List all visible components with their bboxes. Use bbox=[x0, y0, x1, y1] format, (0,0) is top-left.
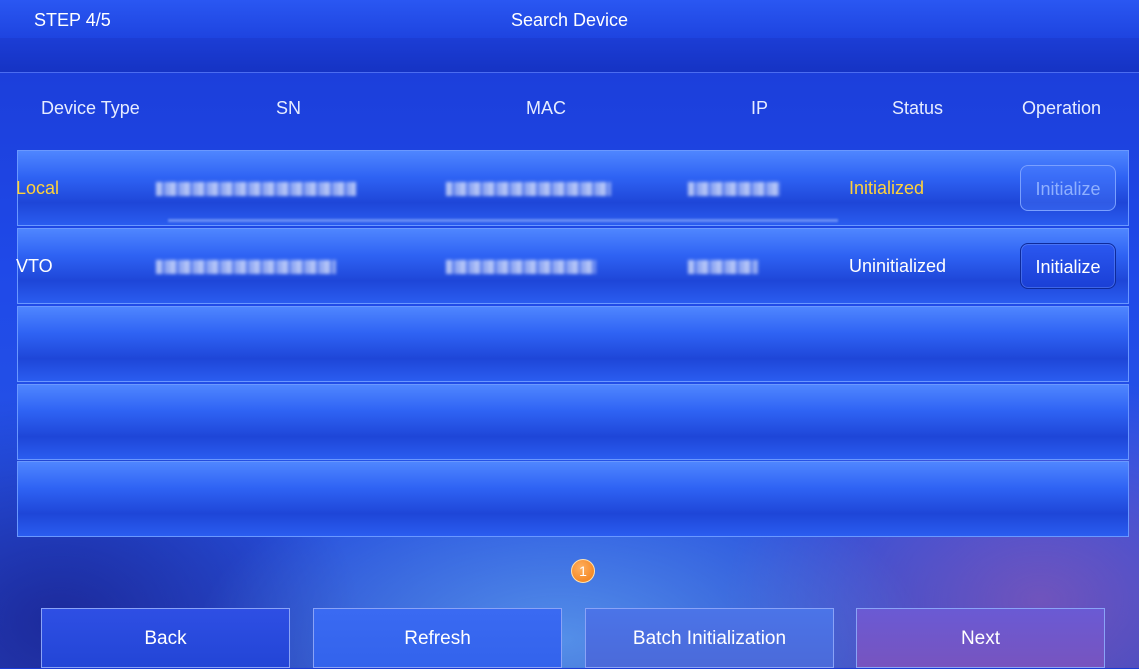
status-cell: Uninitialized bbox=[849, 256, 947, 276]
sn-cell-redacted bbox=[156, 182, 356, 196]
device-type-cell: Local bbox=[16, 178, 60, 198]
device-type-cell: VTO bbox=[16, 256, 53, 276]
table-row-empty bbox=[17, 461, 1129, 537]
sn-cell-redacted bbox=[156, 260, 336, 274]
table-row[interactable]: Local Initialized Initialize bbox=[16, 150, 1129, 226]
status-cell: Initialized bbox=[849, 178, 925, 198]
page-indicator[interactable]: 1 bbox=[571, 559, 595, 583]
batch-initialization-button[interactable]: Batch Initialization bbox=[585, 608, 834, 668]
column-header-mac: MAC bbox=[526, 98, 566, 118]
initialize-button: Initialize bbox=[1020, 165, 1116, 211]
next-button[interactable]: Next bbox=[856, 608, 1105, 668]
ip-cell-redacted bbox=[688, 182, 780, 196]
column-header-sn: SN bbox=[276, 98, 302, 118]
table-row-empty bbox=[17, 306, 1129, 382]
title-bar: STEP 4/5 Search Device bbox=[0, 0, 1139, 73]
column-header-device-type: Device Type bbox=[41, 98, 140, 118]
mac-cell-redacted bbox=[446, 182, 611, 196]
row-divider bbox=[168, 219, 838, 222]
initialize-button[interactable]: Initialize bbox=[1020, 243, 1116, 289]
column-header-ip: IP bbox=[751, 98, 769, 118]
page-title: Search Device bbox=[510, 10, 629, 30]
back-button[interactable]: Back bbox=[41, 608, 290, 668]
column-header-status: Status bbox=[892, 98, 944, 118]
ip-cell-redacted bbox=[688, 260, 758, 274]
table-row-empty bbox=[17, 384, 1129, 460]
column-header-operation: Operation bbox=[1022, 98, 1102, 118]
table-row[interactable]: VTO Uninitialized Initialize bbox=[16, 228, 1129, 304]
refresh-button[interactable]: Refresh bbox=[313, 608, 562, 668]
mac-cell-redacted bbox=[446, 260, 596, 274]
